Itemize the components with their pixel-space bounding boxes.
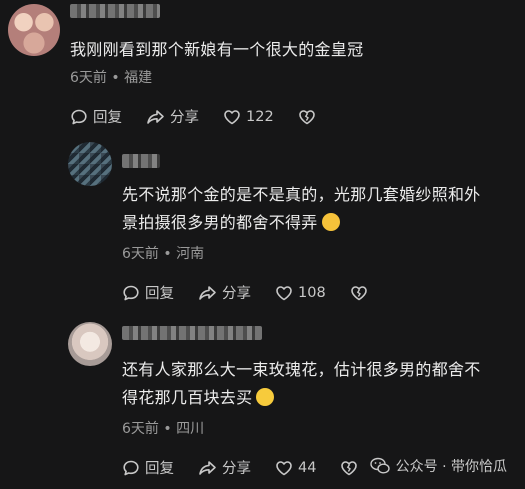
reply-icon <box>123 285 139 300</box>
comment-text-line-2: 景拍摄很多男的都舍不得弄 <box>122 210 340 235</box>
username-redacted[interactable] <box>122 154 160 168</box>
reply-label: 回复 <box>145 286 174 302</box>
comment-actions: 回复 分享 122 <box>70 106 321 127</box>
share-icon <box>199 285 216 300</box>
heart-icon <box>276 285 292 300</box>
like-count: 108 <box>298 284 326 301</box>
share-label: 分享 <box>222 461 251 477</box>
reply-label: 回复 <box>93 110 122 126</box>
share-button[interactable]: 分享 <box>198 457 251 478</box>
reply-icon <box>123 460 139 475</box>
share-icon <box>199 460 216 475</box>
share-label: 分享 <box>170 110 199 126</box>
broken-heart-icon <box>350 285 367 300</box>
reply-label: 回复 <box>145 461 174 477</box>
dislike-button[interactable] <box>350 284 373 302</box>
watermark-text: 公众号 · 带你恰瓜 <box>395 459 507 475</box>
username-redacted[interactable] <box>122 326 262 340</box>
share-button[interactable]: 分享 <box>198 282 251 303</box>
comment-meta: 6天前 • 四川 <box>122 421 205 437</box>
share-icon <box>147 109 164 124</box>
broken-heart-icon <box>298 109 315 124</box>
comment-actions: 回复 分享 44 <box>122 457 363 478</box>
reply-button[interactable]: 回复 <box>122 282 174 303</box>
heart-icon <box>276 460 292 475</box>
avatar[interactable] <box>68 322 112 366</box>
comment-text: 我刚刚看到那个新娘有一个很大的金皇冠 <box>70 40 364 59</box>
like-button[interactable]: 108 <box>275 284 326 302</box>
wechat-icon <box>369 457 390 474</box>
comment-text-line-2: 得花那几百块去买 <box>122 385 275 410</box>
share-button[interactable]: 分享 <box>146 106 199 127</box>
watermark: 公众号 · 带你恰瓜 <box>369 456 507 476</box>
dislike-button[interactable] <box>298 108 321 126</box>
like-count: 122 <box>246 108 274 125</box>
dislike-button[interactable] <box>340 459 363 477</box>
like-count: 44 <box>298 459 317 476</box>
avatar[interactable] <box>68 142 112 186</box>
comment-text-line-2-text: 得花那几百块去买 <box>122 388 253 407</box>
username-redacted[interactable] <box>70 4 160 18</box>
avatar[interactable] <box>8 4 60 56</box>
thinking-emoji-icon <box>256 388 275 406</box>
heart-icon <box>224 109 240 124</box>
reply-button[interactable]: 回复 <box>70 106 122 127</box>
comment-meta: 6天前 • 福建 <box>70 70 153 86</box>
comment-text-line-2-text: 景拍摄很多男的都舍不得弄 <box>122 213 318 232</box>
reply-button[interactable]: 回复 <box>122 457 174 478</box>
laughing-emoji-icon <box>321 213 340 231</box>
like-button[interactable]: 122 <box>223 108 274 126</box>
comment-text-line-1: 先不说那个金的是不是真的，光那几套婚纱照和外 <box>122 185 481 204</box>
comment-text-line-1: 还有人家那么大一束玫瑰花，估计很多男的都舍不 <box>122 360 481 379</box>
reply-icon <box>71 109 87 124</box>
comment-actions: 回复 分享 108 <box>122 282 373 303</box>
like-button[interactable]: 44 <box>275 459 316 477</box>
broken-heart-icon <box>341 460 358 475</box>
comment-meta: 6天前 • 河南 <box>122 246 205 262</box>
share-label: 分享 <box>222 286 251 302</box>
